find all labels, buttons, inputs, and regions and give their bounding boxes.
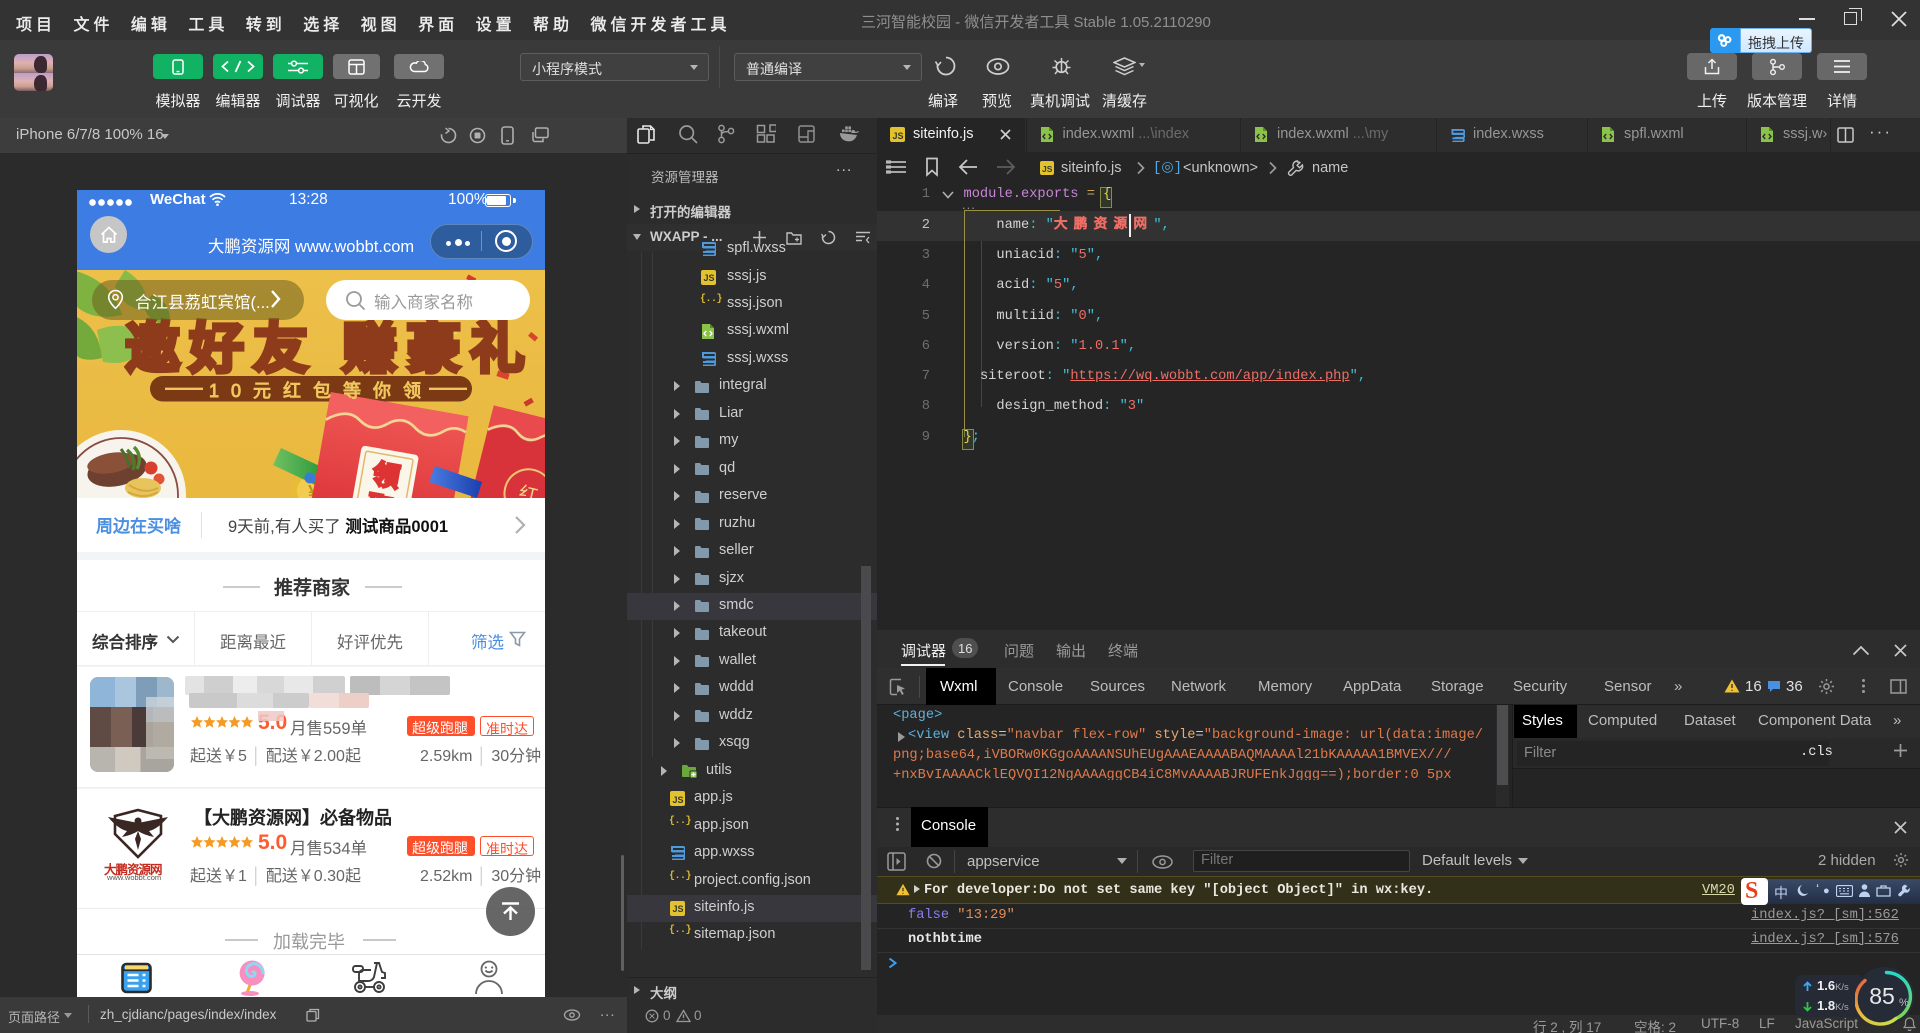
svg-text:邀好友 赚豪礼: 邀好友 赚豪礼 xyxy=(125,319,534,379)
svg-text:%: % xyxy=(1899,997,1909,1009)
svg-text:领: 领 xyxy=(370,459,402,493)
svg-text:85: 85 xyxy=(1869,983,1895,1009)
